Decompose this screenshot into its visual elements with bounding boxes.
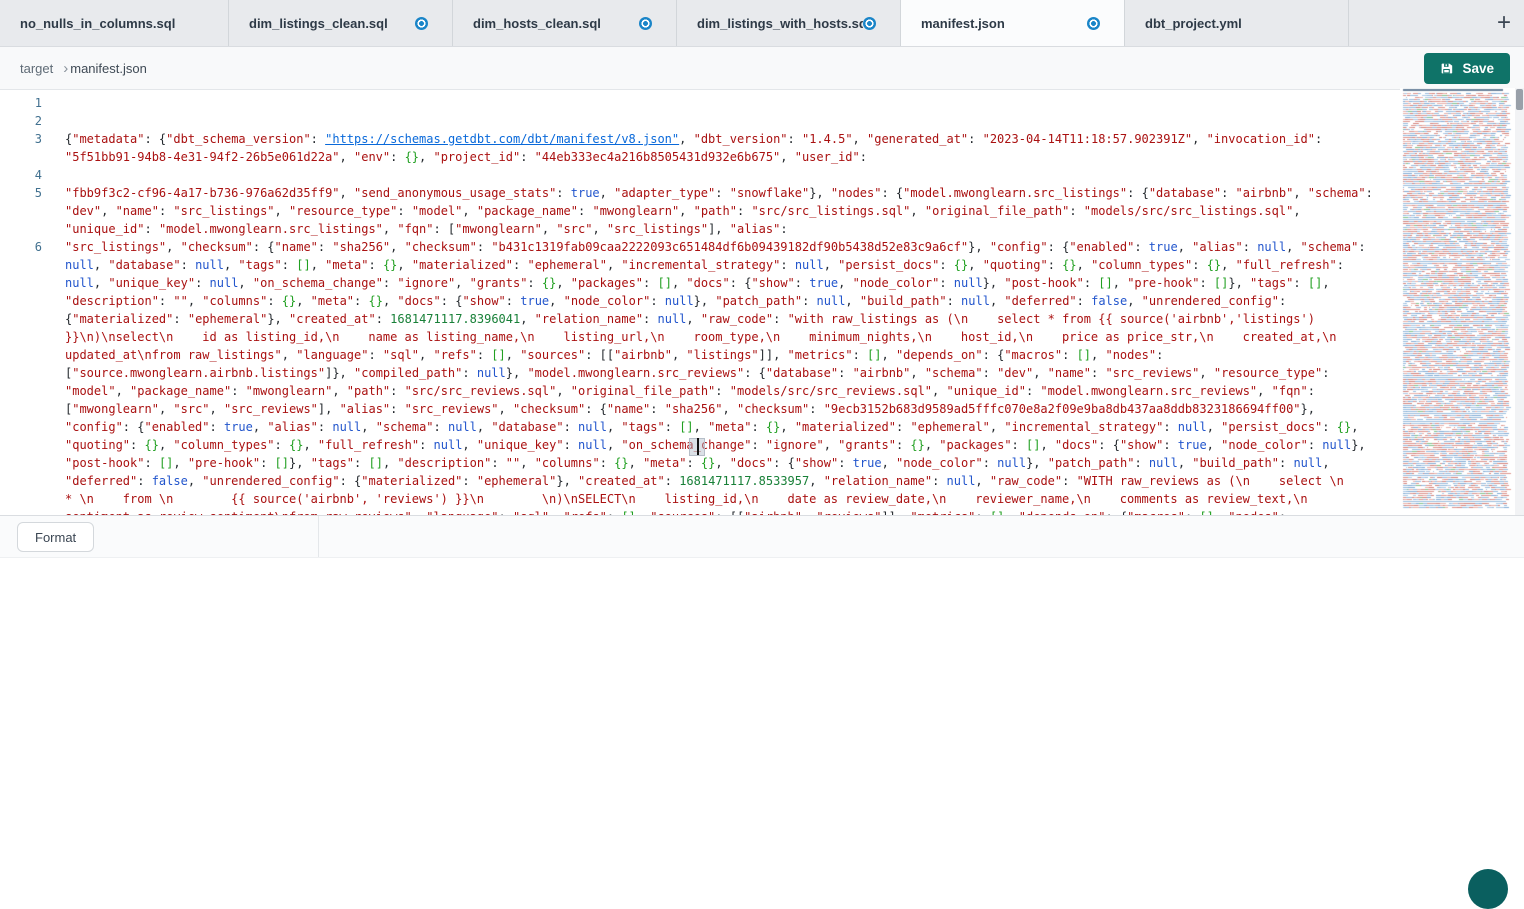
line-content: "fbb9f3c2-cf96-4a17-b736-976a62d35ff9", … <box>65 184 1386 238</box>
minimap[interactable] <box>1400 88 1516 514</box>
scrollbar-thumb[interactable] <box>1516 89 1523 110</box>
line-number: 4 <box>0 166 42 184</box>
new-tab-plus-icon[interactable]: + <box>1490 8 1518 36</box>
line-content <box>65 94 1386 112</box>
tab-label: dim_listings_clean.sql <box>249 16 388 31</box>
minimap-canvas <box>1400 88 1514 512</box>
line-content: "src_listings", "checksum": {"name": "sh… <box>65 238 1386 515</box>
floppy-disk-icon <box>1440 62 1453 75</box>
tab-strip: no_nulls_in_columns.sql dim_listings_clea… <box>0 0 1524 47</box>
tab-dim_listings_with_hosts-sql[interactable]: dim_listings_with_hosts.sql <box>677 0 901 46</box>
code-line[interactable]: 4 <box>0 166 1400 184</box>
save-button-label: Save <box>1462 61 1494 76</box>
save-button[interactable]: Save <box>1424 53 1510 84</box>
chat-widget-button[interactable] <box>1468 869 1508 909</box>
vertical-scrollbar[interactable] <box>1515 88 1524 515</box>
line-number: 2 <box>0 112 42 130</box>
line-number: 1 <box>0 94 42 112</box>
tab-label: no_nulls_in_columns.sql <box>20 16 175 31</box>
code-line[interactable]: 2 <box>0 112 1400 130</box>
breadcrumb-chevron-icon: › <box>63 61 68 76</box>
line-number: 5 <box>0 184 42 238</box>
tab-dim_hosts_clean-sql[interactable]: dim_hosts_clean.sql <box>453 0 677 46</box>
results-panel-empty <box>0 557 1524 875</box>
bottom-panel: Format <box>0 515 1524 557</box>
code-line[interactable]: 1 <box>0 94 1400 112</box>
line-content <box>65 166 1386 184</box>
breadcrumb-file: manifest.json <box>70 61 147 76</box>
tab-label: dbt_project.yml <box>1145 16 1242 31</box>
text-caret <box>697 438 699 455</box>
breadcrumb-folder: target <box>20 61 53 76</box>
unsaved-changes-dot-icon <box>1087 17 1100 30</box>
panel-divider <box>318 516 319 557</box>
tab-no_nulls_in_columns-sql[interactable]: no_nulls_in_columns.sql <box>0 0 229 46</box>
breadcrumb-bar: target › manifest.json Save <box>0 47 1524 90</box>
code-line[interactable]: 6"src_listings", "checksum": {"name": "s… <box>0 238 1400 515</box>
unsaved-changes-dot-icon <box>415 17 428 30</box>
unsaved-changes-dot-icon <box>863 17 876 30</box>
tab-manifest-json[interactable]: manifest.json <box>901 0 1125 46</box>
tab-label: dim_listings_with_hosts.sql <box>697 16 863 31</box>
tab-dbt_project-yml[interactable]: dbt_project.yml <box>1125 0 1349 46</box>
code-line[interactable]: 5 "fbb9f3c2-cf96-4a17-b736-976a62d35ff9",… <box>0 184 1400 238</box>
code-line[interactable]: 3 {"metadata": {"dbt_schema_version": "ht… <box>0 130 1400 166</box>
line-number: 3 <box>0 130 42 166</box>
format-button[interactable]: Format <box>17 522 94 552</box>
line-content: {"metadata": {"dbt_schema_version": "htt… <box>65 130 1386 166</box>
tab-label: manifest.json <box>921 16 1005 31</box>
tab-label: dim_hosts_clean.sql <box>473 16 601 31</box>
unsaved-changes-dot-icon <box>639 17 652 30</box>
line-content <box>65 112 1386 130</box>
line-number: 6 <box>0 238 42 515</box>
tab-dim_listings_clean-sql[interactable]: dim_listings_clean.sql <box>229 0 453 46</box>
